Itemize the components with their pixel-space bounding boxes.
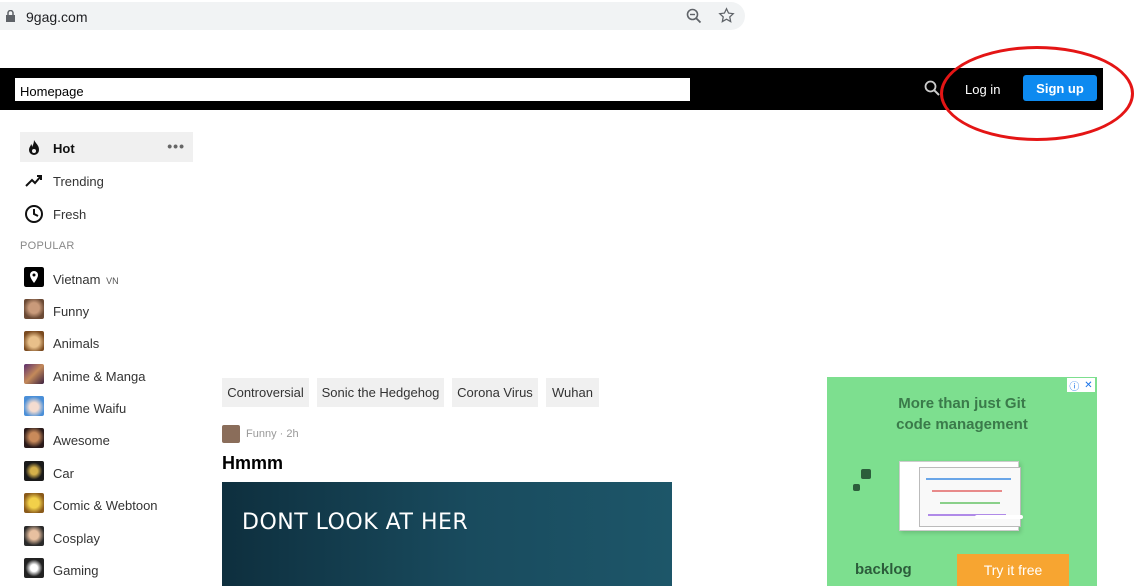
sidebar-item-comic-webtoon[interactable]: Comic & Webtoon: [20, 489, 193, 519]
sidebar-item-label: Comic & Webtoon: [53, 498, 158, 513]
ad-close-icon: ✕: [1084, 379, 1093, 391]
sidebar-item-funny[interactable]: Funny: [20, 295, 193, 325]
post-image[interactable]: DONT LOOK AT HER: [222, 482, 672, 586]
animals-avatar: [24, 331, 44, 351]
sidebar-item-trending[interactable]: Trending: [20, 165, 193, 195]
sidebar-item-label: Hot: [53, 141, 75, 156]
post-title[interactable]: Hmmm: [222, 453, 283, 474]
tag-sonic-the-hedgehog[interactable]: Sonic the Hedgehog: [317, 378, 444, 407]
country-code: VN: [106, 276, 119, 286]
zoom-icon[interactable]: [686, 8, 702, 24]
ad-choices-badge[interactable]: ⓘ ✕: [1067, 378, 1095, 393]
bookmark-star-icon[interactable]: [718, 7, 735, 24]
sidebar-item-hot[interactable]: Hot •••: [20, 132, 193, 162]
sidebar-item-awesome[interactable]: Awesome: [20, 424, 193, 454]
dark-mode-icon[interactable]: [889, 80, 905, 96]
sidebar-item-label: Funny: [53, 304, 90, 319]
sidebar-item-label: Fresh: [53, 207, 87, 222]
sidebar-item-label: Anime Waifu: [53, 401, 127, 416]
annotation-circle: [940, 46, 1134, 141]
ad-headline-line1: More than just Git: [898, 395, 1026, 412]
anime-waifu-avatar: [24, 396, 44, 416]
sidebar-item-label: Car: [53, 466, 74, 481]
sidebar-item-animals[interactable]: Animals: [20, 327, 193, 357]
sidebar-item-car[interactable]: Car: [20, 457, 193, 487]
sidebar-item-vietnam[interactable]: Vietnam VN: [20, 263, 193, 293]
sidebar-item-label: Cosplay: [53, 531, 100, 546]
site-header: Homepage Log in Sign up: [0, 68, 1103, 110]
lock-icon: [6, 10, 15, 22]
anime-manga-avatar: [24, 364, 44, 384]
popular-heading: POPULAR: [20, 240, 75, 252]
post-section-avatar[interactable]: [222, 425, 240, 443]
sidebar-item-label: Gaming: [53, 563, 99, 578]
post-image-text: DONT LOOK AT HER: [242, 510, 469, 535]
sidebar-item-label: Awesome: [53, 433, 110, 448]
sidebar-item-label: Animals: [53, 336, 100, 351]
ad-cta-button[interactable]: Try it free: [957, 554, 1069, 586]
awesome-avatar: [24, 428, 44, 448]
ad-brand-logo: backlog: [855, 561, 912, 578]
sidebar-item-label: Trending: [53, 174, 104, 189]
ad-info-icon: ⓘ: [1069, 381, 1080, 393]
browser-address-bar[interactable]: 9gag.com: [0, 2, 745, 30]
gaming-avatar: [24, 558, 44, 578]
advertisement[interactable]: ⓘ ✕ More than just Git code management b…: [827, 377, 1097, 586]
search-input-value: Homepage: [20, 84, 84, 99]
tag-wuhan[interactable]: Wuhan: [546, 378, 599, 407]
sidebar-item-label: Anime & Manga: [53, 369, 146, 384]
ad-headline-line2: code management: [896, 416, 1028, 433]
cosplay-avatar: [24, 526, 44, 546]
more-options-icon[interactable]: •••: [167, 138, 185, 154]
clock-icon: [25, 205, 43, 223]
funny-avatar: [24, 299, 44, 319]
tag-controversial[interactable]: Controversial: [222, 378, 309, 407]
search-input[interactable]: Homepage: [15, 78, 690, 101]
post-meta[interactable]: Funny · 2h: [246, 428, 299, 440]
sidebar-item-fresh[interactable]: Fresh: [20, 198, 193, 228]
location-pin-icon: [24, 267, 44, 287]
search-icon[interactable]: [924, 80, 940, 96]
car-avatar: [24, 461, 44, 481]
ad-decor-bar: [975, 515, 1023, 519]
tag-corona-virus[interactable]: Corona Virus: [452, 378, 538, 407]
sidebar-item-cosplay[interactable]: Cosplay: [20, 522, 193, 552]
sidebar-item-anime-manga[interactable]: Anime & Manga: [20, 360, 193, 390]
sidebar-item-gaming[interactable]: Gaming: [20, 554, 193, 584]
comic-webtoon-avatar: [24, 493, 44, 513]
fire-icon: [29, 140, 39, 155]
url-text[interactable]: 9gag.com: [26, 9, 87, 25]
sidebar-item-label: Vietnam VN: [53, 272, 119, 287]
sidebar-item-anime-waifu[interactable]: Anime Waifu: [20, 392, 193, 422]
trending-icon: [25, 175, 42, 187]
